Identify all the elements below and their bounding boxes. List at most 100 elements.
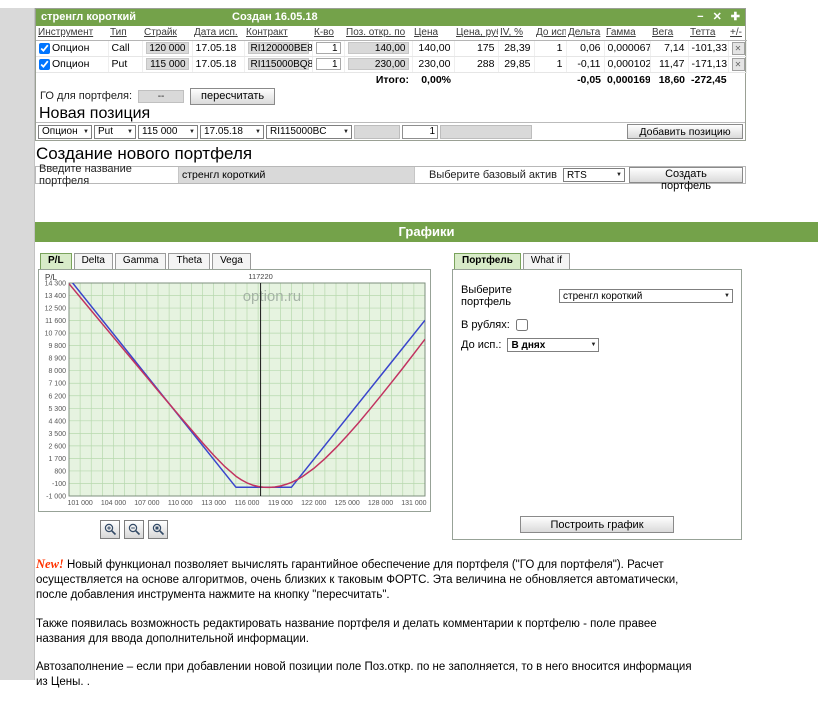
option-type-select[interactable]: Put ▼: [94, 124, 136, 139]
instrument-label: Опцион: [52, 58, 90, 70]
column-header[interactable]: Поз. откр. по: [344, 26, 412, 41]
left-gutter: [0, 8, 35, 680]
tab-theta[interactable]: Theta: [168, 253, 211, 269]
column-header[interactable]: Контракт: [244, 26, 312, 41]
pos-open-input[interactable]: [354, 124, 400, 139]
svg-text:8 000: 8 000: [48, 368, 66, 375]
contract-input[interactable]: RI120000BE8: [247, 42, 311, 54]
tab-portfolio[interactable]: Портфель: [454, 253, 521, 269]
tab-gamma[interactable]: Gamma: [114, 253, 167, 269]
qty-input[interactable]: 1: [315, 42, 341, 54]
expiry-cell: 17.05.18: [192, 40, 245, 57]
instrument-cell: Опцион: [36, 56, 109, 73]
margin-input[interactable]: --: [138, 89, 185, 103]
column-header[interactable]: Цена, руб.: [454, 26, 498, 41]
days-select[interactable]: В днях ▼: [507, 338, 600, 352]
strike-value: 115 000: [142, 126, 178, 137]
column-header[interactable]: Инструмент: [36, 26, 108, 41]
vega-cell: 11,47: [650, 56, 689, 73]
zoom-out-button[interactable]: [124, 520, 144, 539]
created-date: Создан 16.05.18: [232, 11, 318, 23]
qty-input[interactable]: 1: [402, 124, 438, 139]
pos-open-input[interactable]: 140,00: [347, 42, 409, 54]
column-header[interactable]: До исп.: [534, 26, 566, 41]
contract-input[interactable]: RI115000BQ8: [247, 58, 311, 70]
days-row: До исп.: В днях ▼: [461, 338, 733, 352]
contract-select[interactable]: RI115000BC ▼: [266, 124, 352, 139]
create-portfolio-button[interactable]: Создать портфель: [629, 167, 743, 192]
svg-text:131 000: 131 000: [401, 500, 426, 507]
totals-cell: [454, 72, 498, 87]
tab-what-if[interactable]: What if: [522, 253, 570, 269]
strike-input[interactable]: 115 000: [145, 58, 189, 70]
position-checkbox[interactable]: [39, 42, 50, 54]
column-header[interactable]: Вега: [650, 26, 688, 41]
column-header[interactable]: Дата исп.: [192, 26, 244, 41]
tab-pl[interactable]: P/L: [40, 253, 72, 269]
position-row: Опцион Put 115 000 17.05.18 RI115000BQ8 1 230,…: [36, 56, 747, 73]
pos-open-input[interactable]: 230,00: [347, 58, 409, 70]
svg-text:11 600: 11 600: [45, 318, 66, 325]
svg-text:6 200: 6 200: [48, 393, 66, 400]
svg-text:2 600: 2 600: [48, 443, 66, 450]
delta-cell: -0,11: [566, 56, 605, 73]
column-header[interactable]: Цена: [412, 26, 454, 41]
svg-text:3 500: 3 500: [48, 431, 66, 438]
svg-text:116 000: 116 000: [235, 500, 260, 507]
new-badge: New!: [36, 557, 64, 571]
tab-vega[interactable]: Vega: [212, 253, 251, 269]
type-cell: Call: [108, 40, 143, 57]
pl-chart[interactable]: option.ru 117220 14 300 13 400 12 500 11 600 1…: [38, 269, 431, 512]
margin-row: ГО для портфеля: -- пересчитать: [36, 87, 745, 105]
chevron-down-icon: ▼: [127, 128, 133, 135]
rub-row: В рублях:: [461, 319, 733, 331]
column-header[interactable]: Тип: [108, 26, 142, 41]
chevron-down-icon: ▼: [83, 128, 89, 135]
portfolio-name-input[interactable]: стренгл короткий: [178, 167, 415, 183]
rub-label: В рублях:: [461, 319, 510, 331]
comment-input[interactable]: [440, 124, 532, 139]
expiry-select[interactable]: 17.05.18 ▼: [200, 124, 264, 139]
column-header[interactable]: Тетта: [688, 26, 728, 41]
chevron-down-icon: ▼: [189, 128, 195, 135]
build-chart-button[interactable]: Построить график: [520, 516, 674, 533]
strike-input[interactable]: 120 000: [145, 42, 189, 54]
column-header[interactable]: К-во: [312, 26, 344, 41]
minimize-icon[interactable]: −: [697, 9, 703, 26]
position-checkbox[interactable]: [39, 58, 50, 70]
days-label: До исп.:: [461, 339, 502, 351]
strike-select[interactable]: 115 000 ▼: [138, 124, 198, 139]
instrument-cell: Опцион: [36, 40, 109, 57]
svg-text:113 000: 113 000: [201, 500, 226, 507]
delete-position-button[interactable]: ✕: [731, 41, 745, 55]
tab-delta[interactable]: Delta: [73, 253, 113, 269]
column-header[interactable]: Дельта: [566, 26, 604, 41]
column-header[interactable]: Страйк: [142, 26, 192, 41]
zoom-in-button[interactable]: [100, 520, 120, 539]
select-portfolio-row: Выберите портфель стренгл короткий ▼: [461, 284, 733, 308]
totals-cell: [244, 72, 312, 87]
zoom-reset-button[interactable]: [148, 520, 168, 539]
zoom-controls: [100, 520, 431, 539]
delete-position-button[interactable]: ✕: [731, 57, 745, 71]
column-header[interactable]: IV, %: [498, 26, 534, 41]
contract-cell: RI115000BQ8: [244, 56, 313, 73]
rub-checkbox[interactable]: [515, 319, 528, 331]
column-header[interactable]: Гамма: [604, 26, 650, 41]
recalculate-button[interactable]: пересчитать: [190, 87, 276, 105]
base-asset-select[interactable]: RTS ▼: [563, 168, 625, 182]
close-icon[interactable]: ✕: [713, 9, 722, 26]
price-cell: 230,00: [412, 56, 455, 73]
strike-cell: 115 000: [142, 56, 193, 73]
totals-cell: [534, 72, 566, 87]
plus-minus-header[interactable]: +/-: [728, 26, 746, 41]
instrument-select-value: Опцион: [42, 126, 78, 137]
portfolio-name-label: Введите название портфеля: [39, 163, 132, 187]
create-portfolio-heading: Создание нового портфеля: [36, 144, 253, 163]
instrument-select[interactable]: Опцион ▼: [38, 124, 92, 139]
portfolio-select[interactable]: стренгл короткий ▼: [559, 289, 733, 303]
add-icon[interactable]: ✚: [731, 9, 740, 26]
qty-input[interactable]: 1: [315, 58, 341, 70]
svg-text:4 400: 4 400: [48, 418, 66, 425]
add-position-button[interactable]: Добавить позицию: [627, 124, 743, 139]
